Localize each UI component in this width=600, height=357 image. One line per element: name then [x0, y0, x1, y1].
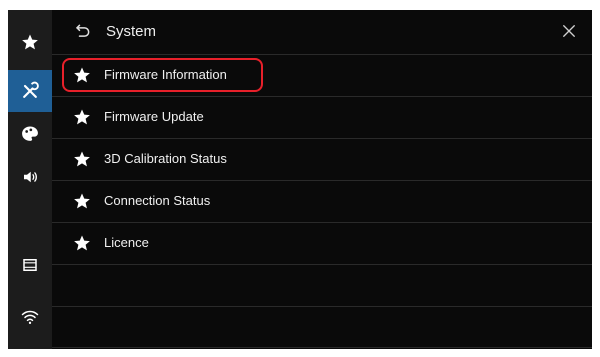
- star-icon: [74, 109, 90, 125]
- menu-item-label: Connection Status: [104, 193, 211, 208]
- sidebar-item-system[interactable]: [8, 70, 52, 112]
- tools-icon: [23, 81, 39, 98]
- header-bar: System: [52, 10, 592, 54]
- menu-item-label: Firmware Update: [104, 109, 204, 124]
- close-icon[interactable]: [560, 22, 578, 40]
- sidebar-item-theme[interactable]: [8, 113, 52, 155]
- menu-item-licence[interactable]: Licence: [52, 222, 592, 264]
- speaker-icon: [24, 171, 37, 183]
- sidebar-item-video[interactable]: [8, 244, 52, 286]
- palette-icon: [22, 126, 38, 141]
- menu-item-label: Licence: [104, 235, 149, 250]
- star-icon: [74, 193, 90, 209]
- page-title: System: [106, 23, 157, 40]
- star-icon: [74, 151, 90, 167]
- empty-row: [52, 306, 592, 348]
- menu-item-firmware-information[interactable]: Firmware Information: [52, 54, 592, 96]
- menu-item-firmware-update[interactable]: Firmware Update: [52, 96, 592, 138]
- star-icon: [74, 235, 90, 251]
- empty-row: [52, 264, 592, 306]
- menu-item-label: Firmware Information: [104, 67, 227, 82]
- menu-item-connection-status[interactable]: Connection Status: [52, 180, 592, 222]
- wifi-icon: [21, 310, 39, 324]
- sidebar: [8, 10, 52, 349]
- back-arrow-icon[interactable]: [72, 22, 92, 42]
- menu-item-3d-calibration-status[interactable]: 3D Calibration Status: [52, 138, 592, 180]
- system-screen: System Firmware Information Firmware Upd…: [8, 10, 592, 349]
- system-menu-list: Firmware Information Firmware Update 3D …: [52, 54, 592, 348]
- star-icon: [74, 67, 90, 83]
- star-icon: [22, 34, 38, 50]
- sidebar-item-favorites[interactable]: [8, 21, 52, 63]
- sidebar-item-connectivity[interactable]: [8, 296, 52, 338]
- menu-item-label: 3D Calibration Status: [104, 151, 227, 166]
- film-icon: [23, 259, 37, 271]
- sidebar-item-audio[interactable]: [8, 156, 52, 198]
